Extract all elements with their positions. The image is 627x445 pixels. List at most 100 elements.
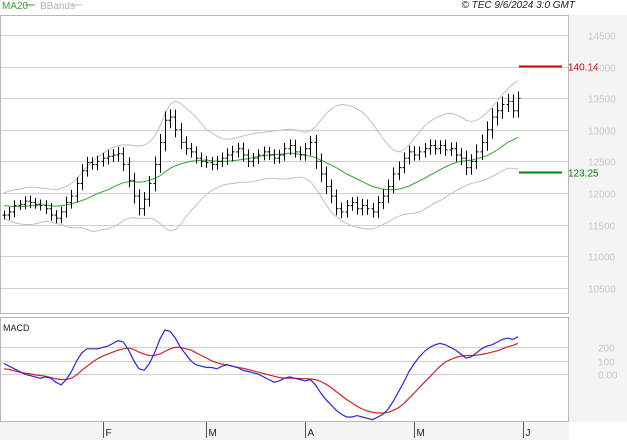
month-label: A (308, 428, 315, 439)
price-bar (163, 111, 168, 152)
price-bar (371, 202, 376, 218)
axis-layer: 10500 11000 11500 12000 12500 13000 13500 14000… (103, 32, 618, 439)
price-bar (423, 142, 428, 158)
price-bar (33, 197, 38, 209)
price-bar (220, 152, 225, 168)
price-bar (288, 139, 293, 155)
month-label: J (526, 428, 531, 439)
price-bar (329, 179, 334, 204)
price-bar (319, 153, 324, 182)
price-bar (64, 196, 69, 218)
price-bar (449, 142, 454, 157)
price-bar (495, 102, 500, 126)
price-bar (345, 199, 350, 218)
price-bar (189, 142, 194, 158)
price-y-tick-label: 14500 (588, 32, 616, 43)
price-bar (2, 210, 7, 220)
price-bar (298, 146, 303, 161)
price-bar (142, 192, 147, 216)
price-bar (184, 136, 189, 155)
macd-panel-frame (0, 317, 569, 422)
macd-y-tick-label: 200 (598, 344, 615, 355)
price-panel-frame (0, 15, 569, 314)
price-y-tick-label: 10500 (588, 285, 616, 296)
price-bar (282, 142, 287, 161)
price-bar (355, 196, 360, 215)
price-bar (511, 94, 516, 118)
price-bar (173, 109, 178, 138)
price-bar (12, 200, 17, 218)
price-bar (95, 155, 100, 171)
price-bar (480, 134, 485, 160)
price-bar (293, 139, 298, 158)
price-y-tick-label: 12500 (588, 158, 616, 169)
bbands-upper-line (3, 80, 519, 194)
macd-panel-title: MACD (3, 323, 30, 333)
bbands-legend-label: BBands (40, 1, 75, 12)
price-bar (412, 146, 417, 161)
price-bar (121, 147, 126, 172)
price-bar (417, 146, 422, 161)
price-bar (397, 161, 402, 181)
price-bar (474, 144, 479, 169)
price-bar (75, 177, 80, 203)
price-bar (54, 210, 59, 224)
price-bar (69, 189, 74, 209)
price-bar (469, 154, 474, 175)
bbands-lower-line (3, 167, 519, 233)
price-bar (485, 121, 490, 151)
price-bar (314, 134, 319, 169)
price-bar (267, 146, 272, 160)
chart-svg: 140.14123.25 105001100011500120001250013… (0, 0, 627, 440)
price-y-tick-label: 11000 (588, 253, 616, 264)
price-bar (225, 148, 230, 165)
price-bar (339, 202, 344, 219)
price-bar (90, 157, 95, 170)
price-bar (241, 142, 246, 162)
month-label: F (106, 428, 112, 439)
price-bar (106, 150, 111, 165)
price-y-tick-label: 13500 (588, 95, 616, 106)
price-bar (18, 199, 23, 210)
price-bar (101, 152, 106, 167)
price-bar (459, 147, 464, 166)
price-bar (80, 164, 85, 191)
price-bar (111, 149, 116, 163)
price-bars-layer (2, 91, 521, 224)
price-bar (350, 197, 355, 211)
price-bar (132, 172, 137, 204)
price-bar (28, 195, 33, 209)
price-bar (500, 96, 505, 119)
price-bar (308, 135, 313, 156)
price-bar (158, 133, 163, 173)
price-bar (116, 147, 121, 162)
price-bar (210, 156, 215, 171)
price-bar (236, 142, 241, 158)
price-bar (168, 109, 173, 129)
grid-layer (1, 35, 568, 375)
price-bar (262, 146, 267, 161)
price-bar (402, 152, 407, 174)
price-bar (85, 156, 90, 177)
price-y-tick-label: 12000 (588, 190, 616, 201)
price-bar (324, 166, 329, 195)
ma20-legend-label: MA20 (2, 1, 29, 12)
price-bar (365, 199, 370, 215)
price-bar (381, 189, 386, 210)
bottom-axis-band (0, 422, 569, 440)
price-bar (251, 152, 256, 167)
price-bar (215, 156, 220, 170)
price-bar (7, 207, 12, 220)
month-label: M (209, 428, 217, 439)
price-bar (386, 179, 391, 204)
price-bar (428, 139, 433, 155)
price-bar (360, 198, 365, 216)
price-bar (179, 123, 184, 150)
price-y-tick-label: 13000 (588, 127, 616, 138)
price-bar (230, 145, 235, 162)
chart-root: 140.14 123.25 10500 11000 11500 12000 12500 13… (0, 0, 627, 440)
macd-y-tick-label: 100 (598, 358, 615, 369)
support-level-label: 123.25 (568, 169, 599, 180)
price-bar (433, 139, 438, 155)
chart-timestamp: © TEC 9/6/2024 3:0 GMT (461, 0, 575, 11)
